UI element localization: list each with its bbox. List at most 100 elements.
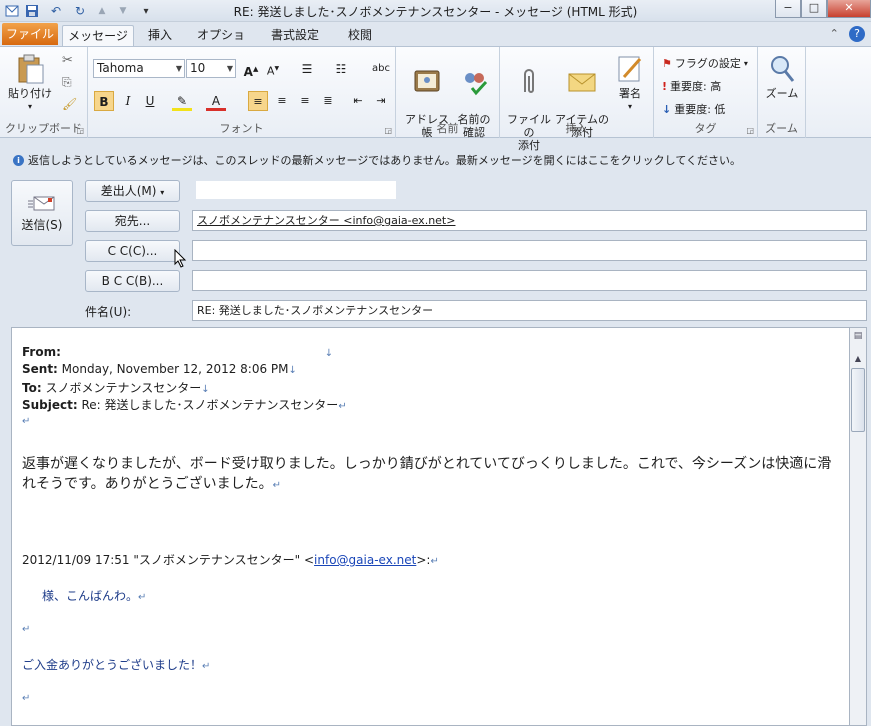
subject-field[interactable]: RE: 発送しました･スノボメンテナンスセンター: [192, 300, 867, 321]
cc-field[interactable]: [192, 240, 867, 261]
tab-message[interactable]: メッセージ: [62, 25, 134, 46]
to-value: スノボメンテナンスセンター: [41, 381, 202, 395]
tags-group: ⚑ フラグの設定 ▾ ! 重要度: 高 ↓ 重要度: 低 タグ ◲: [654, 47, 758, 138]
subject-label: 件名(U):: [85, 305, 132, 319]
reply-text-line-2-text: れそうです。ありがとうございました。: [22, 476, 273, 492]
bcc-field[interactable]: [192, 270, 867, 291]
align-left-icon[interactable]: ≡: [248, 91, 268, 111]
quote-header-line: 2012/11/09 17:51 "スノボメンテナンスセンター" <info@g…: [22, 551, 439, 568]
quote-header-suffix: >:: [416, 553, 431, 567]
subject-value: Re: 発送しました･スノボメンテナンスセンター: [77, 398, 339, 412]
maximize-button[interactable]: □: [801, 0, 827, 18]
cut-icon[interactable]: ✂: [62, 53, 73, 68]
info-bar-text: 返信しようとしているメッセージは、このスレッドの最新メッセージではありません。最…: [28, 154, 742, 167]
zoom-group: ズーム ズーム: [758, 47, 806, 138]
tab-file[interactable]: ファイル: [2, 23, 58, 45]
send-button[interactable]: 送信(S): [11, 180, 73, 246]
tab-options[interactable]: オプション: [192, 25, 250, 62]
minimize-ribbon-icon[interactable]: ⌃: [830, 27, 839, 40]
envelope-icon: [568, 73, 596, 92]
clipboard-group: 貼り付け ▾ ✂ ⎘ 🖌 クリップボード ◲: [0, 47, 88, 138]
close-button[interactable]: ✕: [827, 0, 871, 18]
insert-group-label: 挿入: [565, 122, 588, 135]
reply-text-line-1: 返事が遅くなりましたが、ボード受け取りました。しっかり錆びがとれていてびっくりし…: [22, 456, 832, 472]
follow-up-button[interactable]: ⚑ フラグの設定 ▾: [662, 55, 748, 71]
quote-email-link[interactable]: info@gaia-ex.net: [314, 553, 416, 567]
tags-launcher-icon[interactable]: ◲: [746, 126, 754, 135]
sent-value: Monday, November 12, 2012 8:06 PM: [57, 362, 289, 376]
send-icon: [28, 196, 55, 211]
paste-dropdown-icon[interactable]: ▾: [8, 100, 52, 113]
info-bar[interactable]: i 返信しようとしているメッセージは、このスレッドの最新メッセージではありません…: [0, 150, 871, 172]
quoted-subject-line: Subject: Re: 発送しました･スノボメンテナンスセンター↵: [22, 396, 347, 413]
names-group-label: 名前: [436, 122, 459, 135]
quoted-to-line: To: スノボメンテナンスセンター↓: [22, 379, 210, 396]
signature-label: 署名: [619, 87, 641, 100]
decrease-indent-icon[interactable]: ⇤: [348, 91, 368, 111]
scroll-up-arrow-icon[interactable]: ▲: [851, 352, 865, 366]
ruler-toggle-icon[interactable]: ▤: [851, 329, 865, 343]
paragraph-mark: ↵: [22, 624, 31, 635]
minimize-button[interactable]: −: [775, 0, 801, 18]
spell-check-icon[interactable]: abc: [371, 59, 391, 79]
cc-button[interactable]: C C(C)...: [85, 240, 180, 262]
from-value: [196, 181, 396, 199]
paste-button[interactable]: 貼り付け ▾: [8, 53, 52, 113]
bullets-icon[interactable]: ☰: [297, 59, 317, 79]
numbering-icon[interactable]: ☷: [331, 59, 351, 79]
justify-icon[interactable]: ≣: [318, 91, 338, 111]
follow-up-label: フラグの設定: [674, 57, 741, 70]
high-importance-label: 重要度: 高: [670, 80, 722, 93]
ribbon: 貼り付け ▾ ✂ ⎘ 🖌 クリップボード ◲ Tahoma ▼ 10 ▼ A▲ A▼…: [0, 46, 871, 152]
tab-review[interactable]: 校閲: [340, 25, 380, 46]
format-painter-icon[interactable]: 🖌: [62, 97, 77, 111]
copy-icon[interactable]: ⎘: [62, 75, 72, 90]
chevron-down-icon: ▾: [743, 58, 748, 68]
tab-format-text[interactable]: 書式設定: [262, 25, 328, 46]
tags-group-label: タグ: [694, 122, 717, 135]
font-color-icon[interactable]: A: [206, 91, 226, 111]
align-right-icon[interactable]: ≡: [295, 91, 315, 111]
signature-button[interactable]: 署名 ▾: [610, 53, 650, 113]
zoom-button[interactable]: ズーム: [762, 53, 802, 100]
to-button[interactable]: 宛先...: [85, 210, 180, 232]
font-launcher-icon[interactable]: ◲: [384, 126, 392, 135]
paragraph-mark: ↵: [22, 693, 31, 704]
zoom-group-label: ズーム: [765, 122, 798, 135]
clipboard-group-label: クリップボード: [5, 122, 82, 135]
bcc-button[interactable]: B C C(B)...: [85, 270, 180, 292]
font-name-dropdown[interactable]: Tahoma ▼: [93, 59, 185, 78]
clipboard-launcher-icon[interactable]: ◲: [76, 126, 84, 135]
from-button[interactable]: 差出人(M) ▾: [85, 180, 180, 202]
from-label: 差出人(M): [100, 184, 157, 198]
tab-insert[interactable]: 挿入: [140, 25, 180, 46]
signature-icon: [618, 56, 642, 82]
italic-button[interactable]: I: [118, 91, 138, 111]
subject-label: Subject:: [22, 398, 78, 412]
font-size-dropdown[interactable]: 10 ▼: [186, 59, 236, 78]
info-icon: i: [13, 155, 24, 166]
underline-button[interactable]: U: [140, 91, 160, 111]
high-importance-button[interactable]: ! 重要度: 高: [662, 78, 721, 94]
zoom-label: ズーム: [765, 87, 799, 100]
line-break-mark: ↓: [201, 384, 210, 395]
chevron-down-icon: ▼: [175, 64, 182, 73]
increase-indent-icon[interactable]: ⇥: [371, 91, 391, 111]
help-icon[interactable]: ?: [849, 26, 865, 42]
shrink-font-icon[interactable]: A▼: [263, 59, 283, 79]
flag-icon: ⚑: [662, 56, 672, 70]
scrollbar-thumb[interactable]: [851, 368, 865, 432]
line-break-mark: ↓: [324, 348, 334, 359]
low-importance-button[interactable]: ↓ 重要度: 低: [662, 101, 725, 117]
bold-button[interactable]: B: [94, 91, 114, 111]
chevron-down-icon: ▾: [160, 188, 165, 197]
to-field[interactable]: スノボメンテナンスセンター <info@gaia-ex.net>: [192, 210, 867, 231]
highlight-icon[interactable]: ✎: [172, 91, 192, 111]
quoted-from-line: From: ↓: [22, 345, 333, 359]
paragraph-mark: ↵: [22, 416, 31, 427]
grow-font-icon[interactable]: A▲: [241, 59, 261, 79]
attach-file-button[interactable]: ファイルの 添付: [504, 53, 554, 152]
vertical-scrollbar[interactable]: ▤ ▲: [849, 327, 867, 726]
align-center-icon[interactable]: ≡: [272, 91, 292, 111]
message-body[interactable]: From: ↓ Sent: Monday, November 12, 2012 …: [11, 327, 849, 726]
